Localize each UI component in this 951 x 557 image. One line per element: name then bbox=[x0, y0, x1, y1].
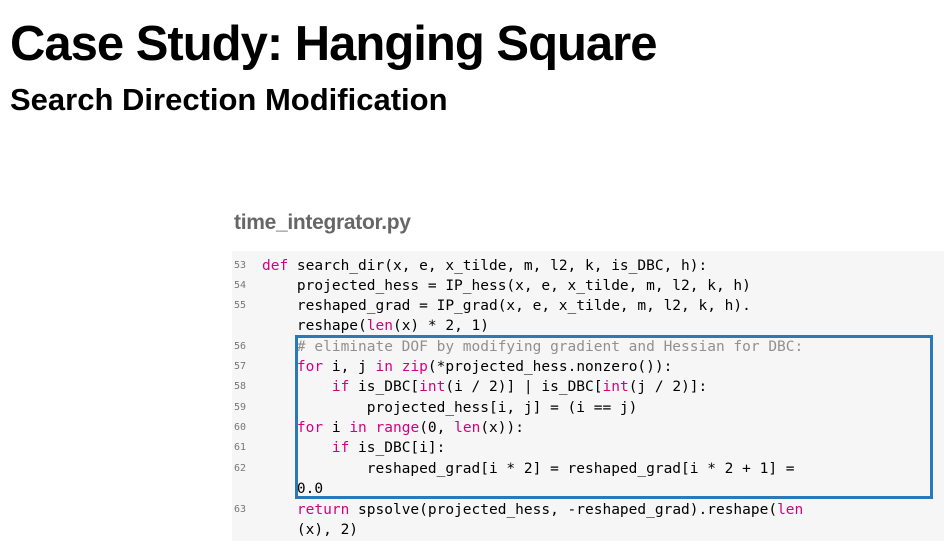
slide-subtitle: Search Direction Modification bbox=[10, 82, 448, 117]
code-line-54: projected_hess = IP_hess(x, e, x_tilde, … bbox=[262, 276, 751, 296]
line-number: 61 bbox=[234, 442, 247, 453]
line-number: 58 bbox=[234, 381, 247, 392]
slide-title: Case Study: Hanging Square bbox=[10, 17, 658, 71]
code-text: (x) * 2, 1) bbox=[392, 318, 489, 334]
code-text: search_dir(x, e, x_tilde, m, l2, k, is_D… bbox=[288, 258, 708, 274]
line-number: 53 bbox=[234, 260, 247, 271]
code-text: projected_hess = IP_hess(x, e, x_tilde, … bbox=[262, 278, 751, 294]
code-filename: time_integrator.py bbox=[234, 211, 411, 234]
builtin: len bbox=[366, 318, 393, 334]
code-text: spsolve(projected_hess, -reshaped_grad).… bbox=[349, 502, 778, 518]
line-number: 60 bbox=[234, 422, 247, 433]
builtin: len bbox=[777, 502, 804, 518]
code-text: reshape( bbox=[262, 318, 367, 334]
highlight-box bbox=[295, 335, 933, 499]
line-number: 55 bbox=[234, 300, 247, 311]
keyword: def bbox=[262, 258, 289, 274]
code-line-63: return spsolve(projected_hess, -reshaped… bbox=[262, 500, 803, 520]
code-text: reshaped_grad = IP_grad(x, e, x_tilde, m… bbox=[262, 298, 751, 314]
line-number: 63 bbox=[234, 504, 247, 515]
code-line-63-cont: (x), 2) bbox=[262, 520, 358, 540]
code-text: (x), 2) bbox=[262, 522, 359, 538]
line-number: 54 bbox=[234, 280, 247, 291]
line-number: 59 bbox=[234, 402, 247, 413]
code-line-55: reshaped_grad = IP_grad(x, e, x_tilde, m… bbox=[262, 296, 751, 316]
code-line-55-cont: reshape(len(x) * 2, 1) bbox=[262, 316, 489, 336]
line-number: 57 bbox=[234, 361, 247, 372]
code-line-53: def search_dir(x, e, x_tilde, m, l2, k, … bbox=[262, 256, 707, 276]
keyword: return bbox=[296, 502, 350, 518]
line-number: 56 bbox=[234, 341, 247, 352]
line-number: 62 bbox=[234, 463, 247, 474]
